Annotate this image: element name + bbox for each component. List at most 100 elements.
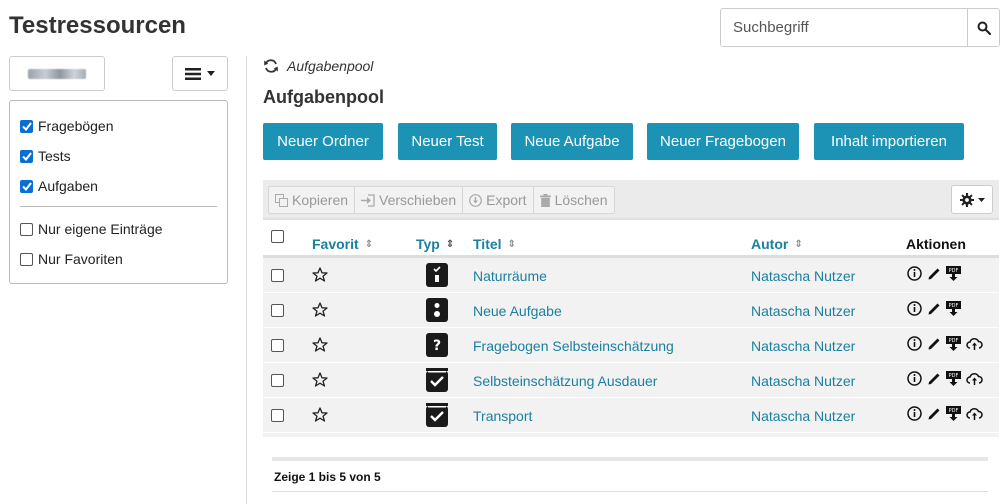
move-icon	[361, 193, 375, 207]
svg-text:?: ?	[433, 338, 441, 354]
row-author[interactable]: Natascha Nutzer	[751, 268, 855, 284]
test-type-icon	[426, 403, 448, 427]
star-outline-icon[interactable]	[312, 302, 328, 317]
row-author[interactable]: Natascha Nutzer	[751, 303, 855, 319]
checkbox-checked[interactable]	[20, 179, 33, 193]
cloud-upload-icon[interactable]	[966, 337, 983, 351]
list-icon	[185, 67, 201, 80]
row-actions: PDF	[907, 301, 961, 316]
filter-divider	[20, 206, 217, 207]
pencil-icon[interactable]	[927, 406, 941, 421]
view-menu-button[interactable]	[172, 56, 228, 91]
pencil-icon[interactable]	[927, 371, 941, 386]
user-button[interactable]	[9, 56, 105, 91]
checkbox-checked[interactable]	[20, 119, 33, 133]
search-button[interactable]	[967, 9, 999, 46]
filter-label: Fragebögen	[38, 118, 114, 134]
footer-divider	[272, 491, 988, 492]
row-checkbox[interactable]	[271, 269, 284, 282]
export-button[interactable]: Export	[463, 187, 534, 213]
copy-icon	[275, 193, 288, 207]
table-footer-bar	[272, 457, 988, 461]
row-checkbox[interactable]	[271, 374, 284, 387]
delete-button[interactable]: Löschen	[534, 187, 614, 213]
checkbox-unchecked[interactable]	[20, 222, 33, 236]
pdf-download-icon[interactable]: PDF	[946, 301, 961, 316]
pencil-icon[interactable]	[927, 301, 941, 316]
svg-text:PDF: PDF	[949, 303, 959, 309]
row-title[interactable]: Transport	[473, 408, 532, 424]
info-icon[interactable]	[907, 336, 922, 351]
select-all-checkbox[interactable]	[271, 230, 284, 243]
row-checkbox[interactable]	[271, 304, 284, 317]
task-type-icon	[426, 298, 448, 322]
section-title: Aufgabenpool	[263, 87, 384, 107]
checkbox-unchecked[interactable]	[20, 252, 33, 266]
row-author[interactable]: Natascha Nutzer	[751, 338, 855, 354]
filter-label: Nur Favoriten	[38, 251, 123, 267]
table-row[interactable]: Transport Natascha Nutzer PDF	[263, 398, 999, 433]
table-row[interactable]: ? Fragebogen Selbsteinschätzung Natascha…	[263, 328, 999, 363]
sidebar-divider	[246, 56, 247, 504]
row-title[interactable]: Selbsteinschätzung Ausdauer	[473, 373, 657, 389]
filter-label: Tests	[38, 148, 71, 164]
pdf-download-icon[interactable]: PDF	[946, 266, 961, 281]
info-icon[interactable]	[907, 371, 922, 386]
cloud-upload-icon[interactable]	[966, 407, 983, 421]
column-favorite[interactable]: Favorit ⇕	[312, 236, 373, 252]
new-questionnaire-button[interactable]: Neuer Fragebogen	[647, 123, 799, 160]
svg-text:PDF: PDF	[949, 268, 959, 274]
bulk-action-group: Kopieren Verschieben Export Löschen	[268, 186, 615, 214]
test-type-icon	[426, 368, 448, 392]
settings-dropdown-button[interactable]	[951, 185, 993, 214]
column-title[interactable]: Titel ⇕	[473, 236, 516, 252]
cloud-upload-icon[interactable]	[966, 372, 983, 386]
filter-own-entries[interactable]: Nur eigene Einträge	[20, 221, 163, 237]
new-folder-button[interactable]: Neuer Ordner	[263, 123, 383, 160]
star-outline-icon[interactable]	[312, 337, 328, 352]
pencil-icon[interactable]	[927, 266, 941, 281]
row-checkbox[interactable]	[271, 409, 284, 422]
new-task-button[interactable]: Neue Aufgabe	[511, 123, 633, 160]
pencil-icon[interactable]	[927, 336, 941, 351]
filter-tasks[interactable]: Aufgaben	[20, 178, 98, 194]
table-row[interactable]: Naturräume Natascha Nutzer PDF	[263, 258, 999, 293]
checkbox-checked[interactable]	[20, 149, 33, 163]
info-icon[interactable]	[907, 301, 922, 316]
column-type[interactable]: Typ ⇕	[416, 236, 454, 252]
row-title[interactable]: Naturräume	[473, 268, 547, 284]
star-outline-icon[interactable]	[312, 267, 328, 282]
check-icon	[21, 151, 32, 161]
row-checkbox[interactable]	[271, 339, 284, 352]
filter-tests[interactable]: Tests	[20, 148, 71, 164]
info-icon[interactable]	[907, 406, 922, 421]
pagination-info: Zeige 1 bis 5 von 5	[274, 470, 381, 484]
pdf-download-icon[interactable]: PDF	[946, 336, 961, 351]
refresh-icon[interactable]	[263, 58, 279, 74]
table-row[interactable]: Neue Aufgabe Natascha Nutzer PDF	[263, 293, 999, 328]
info-icon[interactable]	[907, 266, 922, 281]
pdf-download-icon[interactable]: PDF	[946, 406, 961, 421]
sort-icon: ⇕	[794, 238, 803, 250]
copy-button[interactable]: Kopieren	[269, 187, 356, 213]
row-title[interactable]: Neue Aufgabe	[473, 303, 562, 319]
search-input[interactable]	[721, 9, 967, 46]
move-button[interactable]: Verschieben	[355, 187, 464, 213]
filter-questionnaires[interactable]: Fragebögen	[20, 118, 114, 134]
svg-text:PDF: PDF	[949, 408, 959, 414]
breadcrumb-label[interactable]: Aufgabenpool	[287, 58, 373, 74]
import-content-button[interactable]: Inhalt importieren	[814, 123, 964, 160]
row-actions: PDF	[907, 406, 983, 421]
new-test-button[interactable]: Neuer Test	[398, 123, 497, 160]
row-author[interactable]: Natascha Nutzer	[751, 373, 855, 389]
star-outline-icon[interactable]	[312, 407, 328, 422]
table-row[interactable]: Selbsteinschätzung Ausdauer Natascha Nut…	[263, 363, 999, 398]
star-outline-icon[interactable]	[312, 372, 328, 387]
row-author[interactable]: Natascha Nutzer	[751, 408, 855, 424]
column-author[interactable]: Autor ⇕	[751, 236, 803, 252]
sort-icon: ⇕	[445, 238, 455, 250]
pdf-download-icon[interactable]: PDF	[946, 371, 961, 386]
row-title[interactable]: Fragebogen Selbsteinschätzung	[473, 338, 674, 354]
breadcrumb: Aufgabenpool	[263, 58, 373, 74]
filter-favorites[interactable]: Nur Favoriten	[20, 251, 123, 267]
